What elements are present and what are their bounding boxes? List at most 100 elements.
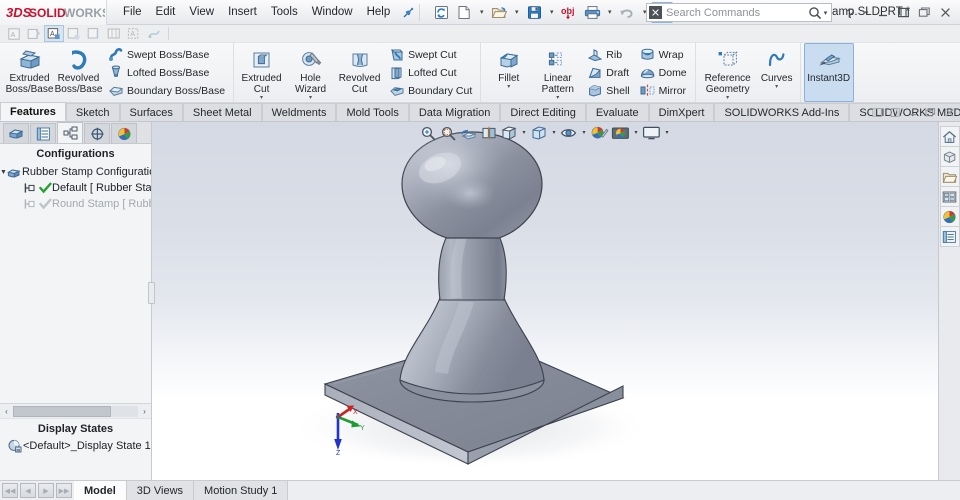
home-icon[interactable] <box>939 126 960 147</box>
3d-content-central-icon[interactable] <box>939 146 960 167</box>
view-settings-icon[interactable] <box>641 123 662 142</box>
revolved-cut-button[interactable]: Revolved Cut <box>335 43 384 102</box>
open-folder-icon[interactable] <box>488 2 510 23</box>
scroll-left-arrow-icon[interactable]: ‹ <box>0 405 13 418</box>
shell-button[interactable]: Shell <box>582 82 634 100</box>
hole-wizard-button[interactable]: Hole Wizard ▾ <box>286 43 335 102</box>
print-caret-icon[interactable]: ▾ <box>604 2 615 23</box>
appearances-scenes-icon[interactable] <box>939 206 960 227</box>
curves-caret-icon[interactable]: ▾ <box>775 84 778 90</box>
linear-pattern-caret-icon[interactable]: ▾ <box>556 95 559 101</box>
previous-view-icon[interactable] <box>458 123 479 142</box>
tab-sketch[interactable]: Sketch <box>65 103 120 121</box>
menu-item-window[interactable]: Window <box>305 3 360 22</box>
tab-surfaces[interactable]: Surfaces <box>119 103 183 121</box>
dimxpert-auto-icon[interactable] <box>24 25 44 42</box>
edit-appearance-icon[interactable] <box>589 123 610 142</box>
restore-button[interactable] <box>893 2 914 23</box>
magnifier-icon[interactable] <box>808 6 822 20</box>
tab-solidworks-add-ins[interactable]: SOLIDWORKS Add-Ins <box>714 103 850 121</box>
pin-panel-icon[interactable] <box>868 103 886 121</box>
section-view-icon[interactable] <box>479 123 499 142</box>
size-dimension-icon[interactable] <box>64 25 84 42</box>
reference-geometry-caret-icon[interactable]: ▾ <box>726 95 729 101</box>
restore-doc-icon[interactable] <box>922 103 940 121</box>
property-manager-tab[interactable] <box>30 123 56 143</box>
draft-button[interactable]: Draft <box>582 64 634 82</box>
dimxpert-manager-tab[interactable] <box>84 123 110 143</box>
geometric-tolerance-icon[interactable] <box>104 25 124 42</box>
feature-manager-tab[interactable] <box>3 123 29 143</box>
hide-show-caret-icon[interactable]: ▾ <box>579 123 589 142</box>
display-style-icon[interactable] <box>529 123 549 142</box>
view-orientation-caret-icon[interactable]: ▾ <box>519 123 529 142</box>
scroll-right-arrow-icon[interactable]: › <box>138 405 151 418</box>
status-tab-3d-views[interactable]: 3D Views <box>126 481 195 500</box>
rib-button[interactable]: Rib <box>582 46 634 64</box>
revolved-boss-base-button[interactable]: Revolved Boss/Base <box>54 43 103 102</box>
apply-scene-icon[interactable] <box>610 123 631 142</box>
help-caret-icon[interactable]: ▾ <box>861 2 872 23</box>
mirror-button[interactable]: Mirror <box>635 82 692 100</box>
swept-cut-button[interactable]: Swept Cut <box>384 46 477 64</box>
custom-properties-icon[interactable] <box>939 226 960 247</box>
hole-wizard-caret-icon[interactable]: ▾ <box>309 95 312 101</box>
collapse-panel-icon[interactable] <box>886 103 904 121</box>
view-settings-caret-icon[interactable]: ▾ <box>662 123 672 142</box>
printer-icon[interactable] <box>581 2 603 23</box>
menu-item-edit[interactable]: Edit <box>149 3 183 22</box>
graphics-viewport[interactable]: ▾ ▾ ▾ ▾ ▾ Z Y X <box>152 122 938 480</box>
extruded-boss-base-button[interactable]: Extruded Boss/Base <box>5 43 54 102</box>
config-item-default[interactable]: Default [ Rubber Sta <box>0 180 151 196</box>
lofted-boss-base-button[interactable]: Lofted Boss/Base <box>103 64 230 82</box>
search-input[interactable] <box>666 6 808 19</box>
rebuild-icon[interactable] <box>430 2 452 23</box>
menu-item-tools[interactable]: Tools <box>264 3 305 22</box>
pattern-feature-icon[interactable]: A <box>124 25 144 42</box>
tab-sheet-metal[interactable]: Sheet Metal <box>182 103 262 121</box>
tree-horizontal-scrollbar[interactable]: ‹ › <box>0 403 151 418</box>
boundary-cut-button[interactable]: Boundary Cut <box>384 82 477 100</box>
maximize-button[interactable] <box>914 2 935 23</box>
minimize-button[interactable] <box>872 2 893 23</box>
hide-show-items-icon[interactable] <box>559 123 579 142</box>
new-document-icon[interactable] <box>453 2 475 23</box>
curves-button[interactable]: Curves ▾ <box>757 43 797 102</box>
instant3d-button[interactable]: Instant3D <box>803 43 854 102</box>
display-manager-tab[interactable] <box>111 123 137 143</box>
tab-mold-tools[interactable]: Mold Tools <box>336 103 409 121</box>
rubber-stamp-model[interactable] <box>152 122 938 478</box>
config-item-round-stamp[interactable]: Round Stamp [ Rubb <box>0 196 151 212</box>
new-document-caret-icon[interactable]: ▾ <box>476 2 487 23</box>
scroll-thumb[interactable] <box>13 405 111 417</box>
tab-features[interactable]: Features <box>0 102 66 121</box>
tab-dimxpert[interactable]: DimXpert <box>648 103 715 121</box>
menu-item-insert[interactable]: Insert <box>221 3 264 22</box>
smart-dimension-icon[interactable]: A <box>4 25 24 42</box>
display-state-item[interactable]: <Default>_Display State 1 <box>0 438 151 454</box>
config-tree-root[interactable]: ▼ Rubber Stamp Configuration( <box>0 164 151 180</box>
close-button[interactable] <box>935 2 956 23</box>
search-commands[interactable]: ▾ <box>646 3 832 22</box>
reference-geometry-button[interactable]: Reference Geometry ▾ <box>699 43 757 102</box>
minimize-doc-icon[interactable] <box>904 103 922 121</box>
dome-button[interactable]: Dome <box>635 64 692 82</box>
obj-label-icon[interactable]: obj <box>558 2 580 23</box>
linear-pattern-button[interactable]: Linear Pattern ▾ <box>533 43 582 102</box>
search-caret-icon[interactable]: ▾ <box>822 2 829 23</box>
configuration-manager-tab[interactable] <box>57 122 83 143</box>
show-tolerance-status-icon[interactable] <box>144 25 164 42</box>
tab-data-migration[interactable]: Data Migration <box>408 103 501 121</box>
expand-collapse-icon[interactable]: ▼ <box>0 169 7 176</box>
view-orientation-icon[interactable] <box>499 123 519 142</box>
pushpin-icon[interactable] <box>402 6 415 19</box>
display-style-caret-icon[interactable]: ▾ <box>549 123 559 142</box>
nav-next-button[interactable]: ▶ <box>38 483 54 498</box>
zoom-to-area-icon[interactable] <box>438 123 458 142</box>
tab-weldments[interactable]: Weldments <box>261 103 337 121</box>
boundary-boss-base-button[interactable]: Boundary Boss/Base <box>103 82 230 100</box>
status-tab-model[interactable]: Model <box>74 481 127 500</box>
datum-icon[interactable] <box>84 25 104 42</box>
nav-prev-button[interactable]: ◀ <box>20 483 36 498</box>
zoom-to-fit-icon[interactable] <box>418 123 438 142</box>
